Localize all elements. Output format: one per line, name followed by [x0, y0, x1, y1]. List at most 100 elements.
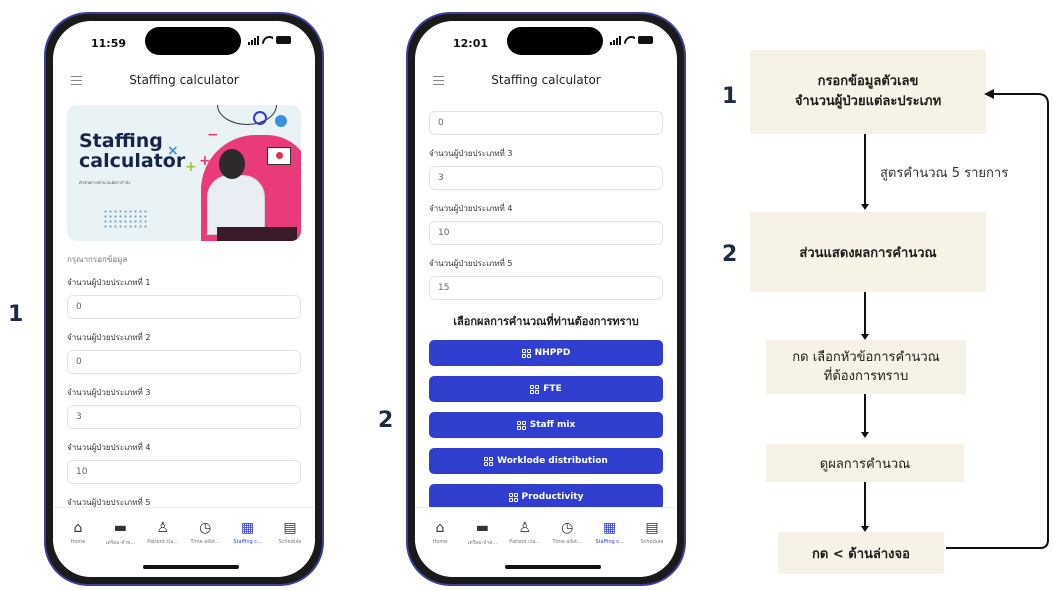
grid-icon [484, 456, 494, 466]
app-title: Staffing calculator [491, 73, 601, 87]
flow-number-2: 2 [722, 242, 738, 267]
dynamic-island [507, 27, 603, 55]
signal-icon [248, 35, 259, 45]
patient-type-2-input[interactable]: 0 [67, 350, 301, 374]
flow-connector [864, 482, 866, 528]
battery-icon [638, 36, 653, 44]
dynamic-island [145, 27, 241, 55]
tab-patient-classification[interactable]: ♙ Patient cla... [508, 520, 542, 547]
tab-label: Patient cla... [147, 539, 179, 545]
tab-label: เตรียม-จำห... [467, 540, 498, 546]
tab-admission[interactable]: ▬ เตรียม-จำห... [103, 520, 137, 547]
patient-icon: ♙ [518, 520, 532, 536]
bed-icon: ▬ [113, 520, 127, 536]
form-content[interactable]: × + + − Staffing calculator ตัวช่วยการคำ… [53, 97, 315, 507]
illustration-person-head [219, 149, 245, 179]
tab-staffing-calculator[interactable]: ▦ Staffing c... [231, 520, 265, 547]
field-label: จำนวนผู้ป่วยประเภทที่ 2 [67, 333, 151, 342]
status-time: 11:59 [91, 37, 127, 50]
field-label: จำนวนผู้ป่วยประเภทที่ 5 [429, 259, 513, 268]
app-bar: Staffing calculator [53, 69, 315, 93]
form-hint: กรุณากรอกข้อมูล [67, 255, 128, 264]
field-label: จำนวนผู้ป่วยประเภทที่ 1 [67, 278, 151, 287]
tab-label: Staffing c... [595, 539, 624, 545]
fte-button[interactable]: FTE [429, 376, 663, 402]
status-time: 12:01 [453, 37, 489, 50]
phone-screen-2: 12:01 Staffing calculator 0 จำนวนผู้ป่วย… [415, 21, 677, 577]
app-bar: Staffing calculator [415, 69, 677, 93]
tab-staffing-calculator[interactable]: ▦ Staffing c... [593, 520, 627, 547]
flow-loop-arrow [946, 89, 1049, 549]
flow-number-1: 1 [722, 84, 738, 109]
field-label: จำนวนผู้ป่วยประเภทที่ 3 [67, 388, 151, 397]
results-content[interactable]: 0 จำนวนผู้ป่วยประเภทที่ 3 3 จำนวนผู้ป่วย… [415, 101, 677, 507]
wifi-icon [262, 36, 273, 45]
workload-distribution-button[interactable]: Worklode distribution [429, 448, 663, 474]
status-bar: 12:01 [415, 21, 677, 65]
signal-icon [610, 35, 621, 45]
tab-label: Schedule [640, 539, 664, 545]
patient-type-4-input[interactable]: 10 [67, 460, 301, 484]
decor-circle [253, 111, 267, 125]
phone-screen-1: 11:59 Staffing calculator × + + − Staffi… [53, 21, 315, 577]
tab-schedule[interactable]: ▤ Schedule [635, 520, 669, 547]
nhppd-button[interactable]: NHPPD [429, 340, 663, 366]
button-label: Staff mix [529, 420, 576, 430]
phone-mockup-1: 11:59 Staffing calculator × + + − Staffi… [44, 12, 324, 586]
banner-subtitle: ตัวช่วยการคำนวณอัตรากำลัง [79, 180, 131, 185]
decor-dots [103, 209, 147, 229]
tab-home[interactable]: ⌂ Home [61, 520, 95, 547]
productivity-button[interactable]: Productivity [429, 484, 663, 507]
phone-mockup-2: 12:01 Staffing calculator 0 จำนวนผู้ป่วย… [406, 12, 686, 586]
patient-type-3-input[interactable]: 3 [429, 166, 663, 190]
battery-icon [276, 36, 291, 44]
tab-time-allotment[interactable]: ◷ Time allot... [188, 520, 222, 547]
clock-icon: ◷ [561, 520, 574, 536]
tab-label: เตรียม-จำห... [105, 540, 136, 546]
bottom-tab-bar: ⌂ Home ▬ เตรียม-จำห... ♙ Patient cla... ◷ Ti… [53, 507, 315, 577]
flow-step-view-result: ดูผลการคำนวณ [766, 444, 964, 482]
tab-admission[interactable]: ▬ เตรียม-จำห... [465, 520, 499, 547]
illustration-person-body [207, 175, 265, 235]
patient-icon: ♙ [156, 520, 170, 536]
button-label: FTE [543, 384, 562, 394]
decor-dot [275, 115, 287, 127]
flow-step-select-topic: กด เลือกหัวข้อการคำนวณ ที่ต้องการทราบ [766, 340, 966, 394]
tab-home[interactable]: ⌂ Home [423, 520, 457, 547]
patient-type-2-input[interactable]: 0 [429, 111, 663, 135]
grid-icon [516, 420, 526, 430]
grid-icon [521, 348, 531, 358]
field-label: จำนวนผู้ป่วยประเภทที่ 5 [67, 498, 151, 507]
home-icon: ⌂ [73, 520, 83, 536]
step-number-2: 2 [378, 408, 394, 433]
tab-label: Schedule [278, 539, 302, 545]
staff-mix-button[interactable]: Staff mix [429, 412, 663, 438]
illustration-desk [217, 227, 297, 241]
field-label: จำนวนผู้ป่วยประเภทที่ 3 [429, 149, 513, 158]
patient-type-1-input[interactable]: 0 [67, 295, 301, 319]
patient-type-4-input[interactable]: 10 [429, 221, 663, 245]
flow-connector [864, 394, 866, 434]
home-indicator [505, 565, 601, 569]
tab-schedule[interactable]: ▤ Schedule [273, 520, 307, 547]
tab-label: Home [70, 539, 86, 545]
certificate-icon [267, 147, 291, 165]
status-icons [248, 35, 291, 45]
flow-step-back: กด < ด้านล่างจอ [778, 532, 944, 574]
decor-curve [217, 105, 277, 125]
hero-banner: × + + − Staffing calculator ตัวช่วยการคำ… [67, 105, 301, 241]
field-label: จำนวนผู้ป่วยประเภทที่ 4 [429, 204, 513, 213]
field-label: จำนวนผู้ป่วยประเภทที่ 4 [67, 443, 151, 452]
tab-patient-classification[interactable]: ♙ Patient cla... [146, 520, 180, 547]
bed-icon: ▬ [475, 520, 489, 536]
wifi-icon [624, 36, 635, 45]
grid-icon [530, 384, 540, 394]
patient-type-3-input[interactable]: 3 [67, 405, 301, 429]
tab-label: Staffing c... [233, 539, 262, 545]
bottom-tab-bar: ⌂ Home ▬ เตรียม-จำห... ♙ Patient cla... ◷ Ti… [415, 507, 677, 577]
tab-label: Time allot... [190, 539, 220, 545]
grid-icon [508, 492, 518, 502]
tab-time-allotment[interactable]: ◷ Time allot... [550, 520, 584, 547]
document-icon: ▤ [645, 520, 659, 536]
patient-type-5-input[interactable]: 15 [429, 276, 663, 300]
